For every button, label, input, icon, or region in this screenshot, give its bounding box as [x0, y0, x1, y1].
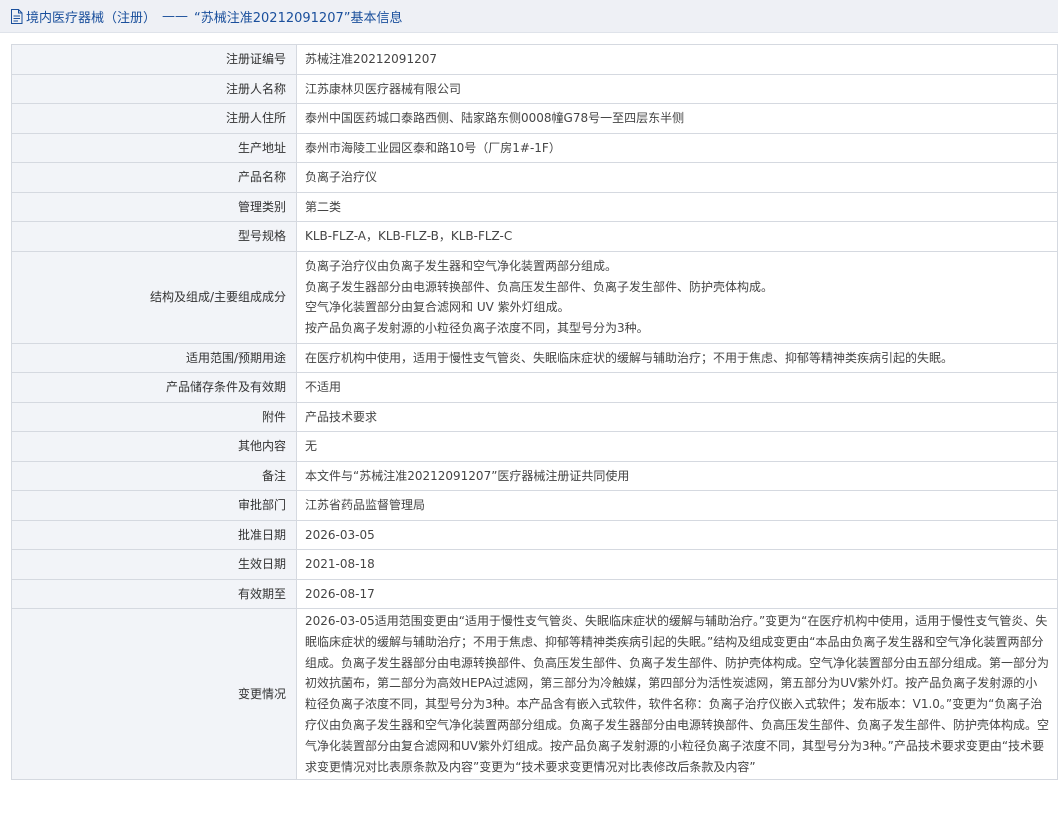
row-label: 生效日期	[11, 549, 297, 580]
row-value: 江苏康林贝医疗器械有限公司	[296, 73, 1058, 104]
table-row: 有效期至 2026-08-17	[11, 578, 1058, 609]
structure-line: 负离子发生器部分由电源转换部件、负高压发生部件、负离子发生部件、防护壳体构成。	[305, 279, 774, 294]
row-label: 有效期至	[11, 578, 297, 609]
row-label: 管理类别	[11, 191, 297, 222]
row-label: 批准日期	[11, 519, 297, 550]
row-value: 负离子治疗仪由负离子发生器和空气净化装置两部分组成。 负离子发生器部分由电源转换…	[296, 250, 1058, 344]
row-value: 泰州中国医药城口泰路西侧、陆家路东侧0008幢G78号一至四层东半侧	[296, 103, 1058, 134]
row-label: 其他内容	[11, 431, 297, 462]
structure-line: 按产品负离子发射源的小粒径负离子浓度不同，其型号分为3种。	[305, 320, 649, 335]
table-row: 生产地址 泰州市海陵工业园区泰和路10号（厂房1#-1F）	[11, 132, 1058, 163]
row-value: 无	[296, 431, 1058, 462]
table-row: 备注 本文件与“苏械注准20212091207”医疗器械注册证共同使用	[11, 460, 1058, 491]
structure-line: 负离子治疗仪由负离子发生器和空气净化装置两部分组成。	[305, 259, 618, 273]
row-value: 本文件与“苏械注准20212091207”医疗器械注册证共同使用	[296, 460, 1058, 491]
document-icon	[11, 8, 23, 24]
row-label: 产品储存条件及有效期	[11, 372, 297, 403]
table-row: 注册人名称 江苏康林贝医疗器械有限公司	[11, 73, 1058, 104]
row-label: 注册证编号	[11, 44, 297, 75]
table-row: 产品名称 负离子治疗仪	[11, 162, 1058, 193]
row-value: 2026-03-05适用范围变更由“适用于慢性支气管炎、失眠临床症状的缓解与辅助…	[296, 607, 1058, 781]
table-row: 适用范围/预期用途 在医疗机构中使用，适用于慢性支气管炎、失眠临床症状的缓解与辅…	[11, 342, 1058, 373]
row-value: 2021-08-18	[296, 549, 1058, 580]
row-label: 备注	[11, 460, 297, 491]
table-row: 注册人住所 泰州中国医药城口泰路西侧、陆家路东侧0008幢G78号一至四层东半侧	[11, 103, 1058, 134]
row-value: 2026-08-17	[296, 578, 1058, 609]
table-row: 其他内容 无	[11, 431, 1058, 462]
row-label: 变更情况	[11, 607, 297, 781]
row-value: 负离子治疗仪	[296, 162, 1058, 193]
row-label: 审批部门	[11, 490, 297, 521]
row-value: 江苏省药品监督管理局	[296, 490, 1058, 521]
row-label: 生产地址	[11, 132, 297, 163]
header-category: 境内医疗器械（注册）	[26, 10, 157, 26]
row-value: 产品技术要求	[296, 401, 1058, 432]
row-value: 泰州市海陵工业园区泰和路10号（厂房1#-1F）	[296, 132, 1058, 163]
row-label: 适用范围/预期用途	[11, 342, 297, 373]
table-row: 审批部门 江苏省药品监督管理局	[11, 490, 1058, 521]
table-row: 结构及组成/主要组成成分 负离子治疗仪由负离子发生器和空气净化装置两部分组成。 …	[11, 250, 1058, 344]
row-label: 注册人住所	[11, 103, 297, 134]
row-label: 附件	[11, 401, 297, 432]
page-header: 境内医疗器械（注册） —— “苏械注准20212091207”基本信息	[0, 0, 1058, 33]
row-label: 结构及组成/主要组成成分	[11, 250, 297, 344]
row-label: 产品名称	[11, 162, 297, 193]
table-row: 变更情况 2026-03-05适用范围变更由“适用于慢性支气管炎、失眠临床症状的…	[11, 607, 1058, 781]
header-title: “苏械注准20212091207”基本信息	[194, 10, 403, 26]
row-value: KLB-FLZ-A，KLB-FLZ-B，KLB-FLZ-C	[296, 221, 1058, 252]
header-separator: ——	[162, 8, 189, 24]
row-value: 苏械注准20212091207	[296, 44, 1058, 75]
table-row: 产品储存条件及有效期 不适用	[11, 372, 1058, 403]
structure-line: 空气净化装置部分由复合滤网和 UV 紫外灯组成。	[305, 300, 570, 314]
row-value: 第二类	[296, 191, 1058, 222]
table-row: 生效日期 2021-08-18	[11, 549, 1058, 580]
table-row: 管理类别 第二类	[11, 191, 1058, 222]
table-row: 批准日期 2026-03-05	[11, 519, 1058, 550]
row-value: 2026-03-05	[296, 519, 1058, 550]
row-label: 型号规格	[11, 221, 297, 252]
table-row: 附件 产品技术要求	[11, 401, 1058, 432]
row-label: 注册人名称	[11, 73, 297, 104]
table-row: 注册证编号 苏械注准20212091207	[11, 44, 1058, 75]
info-table: 注册证编号 苏械注准20212091207 注册人名称 江苏康林贝医疗器械有限公…	[11, 44, 1058, 781]
row-value: 在医疗机构中使用，适用于慢性支气管炎、失眠临床症状的缓解与辅助治疗；不用于焦虑、…	[296, 342, 1058, 373]
row-value: 不适用	[296, 372, 1058, 403]
table-row: 型号规格 KLB-FLZ-A，KLB-FLZ-B，KLB-FLZ-C	[11, 221, 1058, 252]
